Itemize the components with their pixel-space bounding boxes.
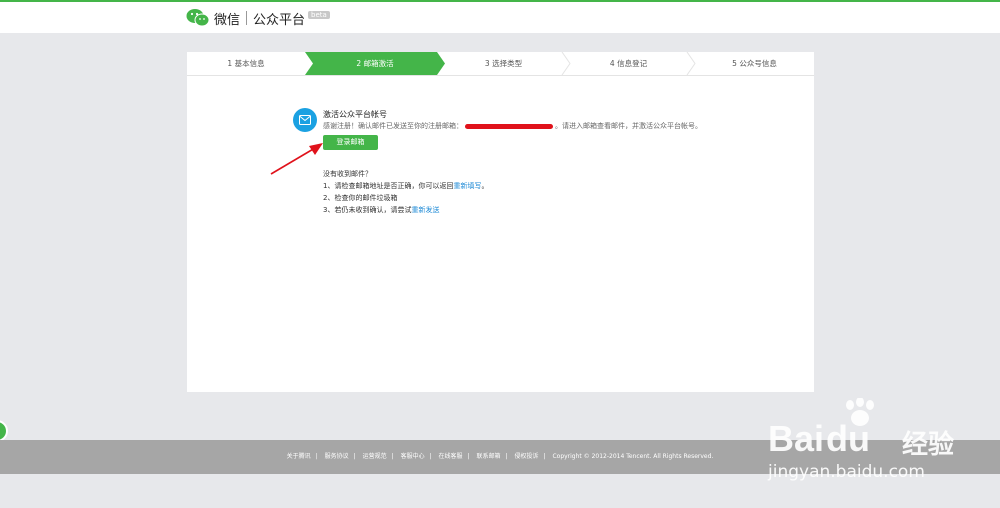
watermark-cn: 经验 — [902, 430, 955, 460]
footer-link-about[interactable]: 关于腾讯 — [287, 453, 311, 460]
activation-title: 激活公众平台帐号 — [323, 110, 387, 119]
baidu-jingyan-watermark: Baidu 经验 jingyan.baidu.com — [768, 398, 998, 488]
top-bar: 微信 公众平台 beta — [0, 0, 1000, 33]
footer-link-rules[interactable]: 运营规范 — [363, 453, 387, 460]
logo[interactable]: 微信 公众平台 beta — [186, 8, 330, 28]
step-select-type: 3 选择类型 — [484, 59, 523, 68]
desc-prefix: 感谢注册！确认邮件已发送至你的注册邮箱： — [323, 122, 463, 130]
footer-link-terms[interactable]: 服务协议 — [325, 453, 349, 460]
step-basic-info: 1 基本信息 — [227, 59, 265, 68]
activation-description: 感谢注册！确认邮件已发送至你的注册邮箱： 。请进入邮箱查看邮件，并激活公众平台帐号… — [323, 121, 702, 131]
product-name: 公众平台 — [253, 12, 306, 28]
help-heading: 没有收到邮件？ — [323, 170, 372, 178]
brand-name: 微信 — [214, 12, 241, 28]
help-item-1: 1、请检查邮箱地址是否正确，你可以返回重新填写。 — [323, 180, 488, 192]
footer-link-contact[interactable]: 联系邮箱 — [477, 453, 501, 460]
footer-link-support[interactable]: 客服中心 — [401, 453, 425, 460]
footer-link-online-service[interactable]: 在线客服 — [439, 453, 463, 460]
help-item-1-text: 1、请检查邮箱地址是否正确，你可以返回 — [323, 182, 454, 190]
desc-suffix: 。请进入邮箱查看邮件，并激活公众平台帐号。 — [555, 122, 702, 130]
progress-steps: 1 基本信息 2 邮箱激活 3 选择类型 4 信息登记 5 公众号信息 — [187, 52, 814, 76]
step-email-activation: 2 邮箱激活 — [356, 59, 394, 68]
help-item-2: 2、检查你的邮件垃圾箱 — [323, 194, 398, 202]
step-info-register: 4 信息登记 — [609, 59, 648, 68]
help-item-3-text: 3、若仍未收到确认，请尝试 — [323, 206, 412, 214]
help-item-3: 3、若仍未收到确认，请尝试重新发送 — [323, 204, 488, 216]
help-item-1-suffix: 。 — [481, 182, 489, 190]
redacted-email — [465, 123, 553, 129]
refill-link[interactable]: 重新填写 — [453, 182, 481, 190]
annotation-arrow-icon — [270, 143, 323, 175]
beta-badge: beta — [308, 11, 330, 19]
footer-copyright: Copyright © 2012-2014 Tencent. All Right… — [552, 453, 714, 460]
mail-icon — [293, 108, 317, 132]
footer-link-infringement[interactable]: 侵权投诉 — [514, 453, 538, 460]
wechat-logo-icon — [186, 9, 210, 27]
step-account-info: 5 公众号信息 — [732, 59, 777, 68]
side-feedback-tab[interactable] — [0, 420, 8, 442]
watermark-bai: Baidu — [768, 418, 871, 459]
resend-link[interactable]: 重新发送 — [411, 206, 439, 214]
help-section: 没有收到邮件？ 1、请检查邮箱地址是否正确，你可以返回重新填写。 2、检查你的邮… — [323, 168, 488, 216]
login-email-button[interactable]: 登录邮箱 — [323, 135, 378, 150]
registration-card: 1 基本信息 2 邮箱激活 3 选择类型 4 信息登记 5 公众号信息 激活公众… — [187, 52, 814, 392]
logo-divider — [246, 11, 248, 25]
watermark-url: jingyan.baidu.com — [768, 462, 925, 482]
